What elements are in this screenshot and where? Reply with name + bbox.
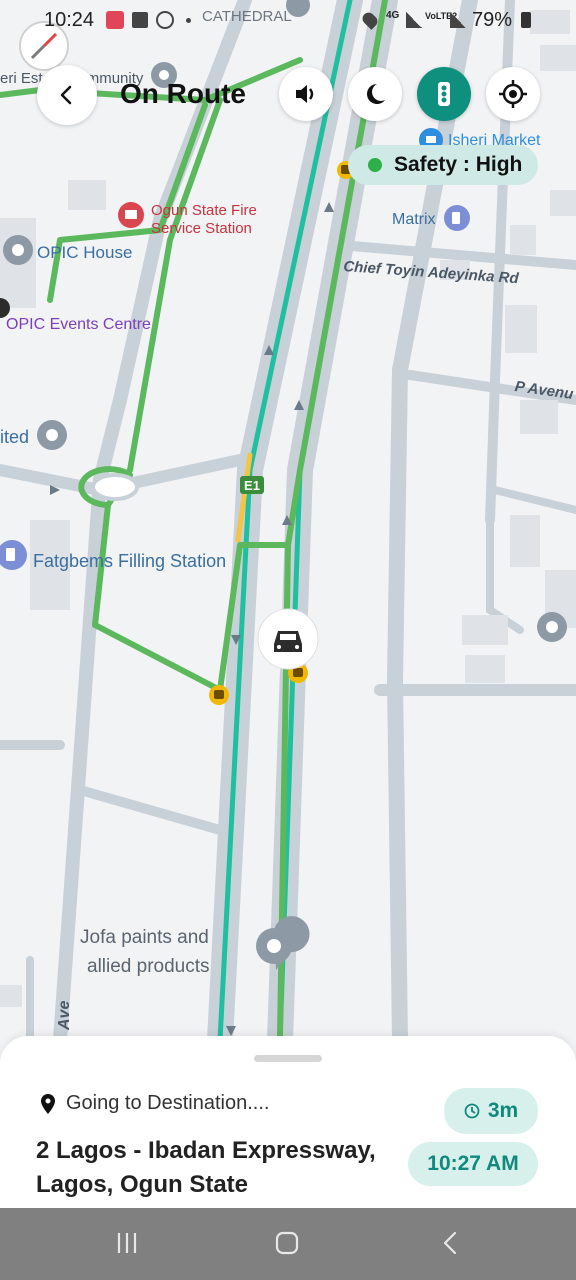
gallery-icon — [132, 12, 148, 28]
going-to-label: Going to Destination.... — [66, 1092, 270, 1114]
recent-apps-icon[interactable] — [114, 1230, 140, 1256]
ited-label: ited — [0, 427, 30, 447]
going-to-row: Going to Destination.... — [40, 1092, 269, 1115]
more-notifications-icon — [186, 18, 191, 23]
bus-stop-icon — [209, 685, 229, 705]
matrix-label: Matrix — [392, 211, 436, 228]
notification-icon — [106, 11, 124, 29]
fatgbems-label: Fatgbems Filling Station — [33, 551, 227, 571]
sheet-drag-handle[interactable] — [254, 1055, 322, 1062]
safety-label: Safety : High — [394, 153, 523, 176]
opic-house-label: OPIC House — [37, 243, 133, 262]
jofa-label-1: Jofa paints and — [80, 927, 209, 948]
whatsapp-icon — [156, 11, 174, 29]
fire-station-label-2: Service Station — [151, 220, 252, 237]
location-icon — [360, 10, 380, 30]
night-mode-button[interactable] — [348, 67, 402, 121]
ave-road-label: Ave — [56, 1000, 73, 1030]
duration-value: 3m — [487, 1099, 519, 1122]
back-nav-icon[interactable] — [438, 1230, 464, 1256]
destination-address: 2 Lagos - Ibadan Expressway, Lagos, Ogun… — [36, 1137, 376, 1198]
map-pin-icon — [41, 1093, 55, 1114]
sound-button[interactable] — [279, 67, 333, 121]
network-type: 4G — [386, 10, 400, 21]
clock-icon — [464, 1103, 480, 1119]
crosshair-icon — [499, 80, 527, 108]
home-icon[interactable] — [274, 1230, 300, 1256]
traffic-button[interactable] — [417, 67, 471, 121]
page-title: On Route — [120, 78, 246, 109]
arrival-pill: 10:27 AM — [408, 1142, 538, 1186]
status-time: 10:24 — [44, 9, 95, 31]
battery-percent: 79% — [472, 9, 513, 31]
opic-events-label: OPIC Events Centre — [6, 316, 151, 333]
moon-icon — [367, 84, 385, 104]
safety-status-dot — [368, 158, 382, 172]
system-nav-bar — [0, 1208, 576, 1280]
speaker-icon — [296, 85, 314, 103]
signal-icon — [406, 12, 422, 28]
pin-icon[interactable] — [3, 235, 33, 265]
fire-station-label-1: Ogun State Fire — [151, 202, 257, 219]
battery-icon — [521, 12, 531, 28]
back-button[interactable] — [37, 65, 97, 125]
signal-icon — [450, 12, 466, 28]
chevron-left-icon — [60, 85, 72, 105]
arrival-time: 10:27 AM — [427, 1152, 519, 1175]
recenter-button[interactable] — [486, 67, 540, 121]
e1-badge-label: E1 — [244, 478, 260, 493]
pin-icon[interactable] — [37, 420, 67, 450]
traffic-light-icon — [438, 82, 450, 106]
fuel-station-icon[interactable] — [444, 205, 470, 231]
duration-pill: 3m — [444, 1088, 538, 1134]
status-bar: 10:24 4G VoLTE2 79% — [0, 0, 576, 44]
roundabout — [91, 473, 139, 501]
vehicle-marker-icon — [257, 608, 319, 670]
fire-station-icon[interactable] — [118, 202, 144, 228]
safety-badge: Safety : High — [348, 145, 538, 185]
pin-icon[interactable] — [537, 612, 567, 642]
trip-info-sheet[interactable]: Going to Destination.... 2 Lagos - Ibada… — [0, 1036, 576, 1208]
jofa-label-2: allied products — [87, 956, 210, 977]
